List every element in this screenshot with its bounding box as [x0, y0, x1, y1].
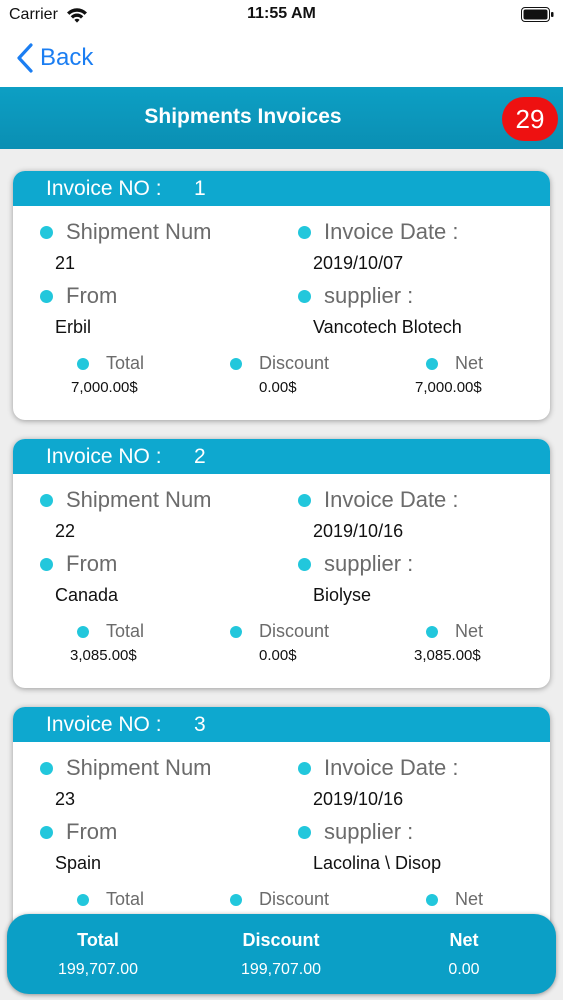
- invoice-no-label: Invoice NO :: [46, 713, 162, 736]
- invoice-date-value: 2019/10/16: [313, 789, 404, 809]
- net-label: Net: [426, 353, 483, 374]
- invoice-date-label: Invoice Date :: [298, 487, 459, 513]
- bullet-dot: [40, 493, 53, 507]
- navigation-bar: Back: [0, 30, 563, 87]
- invoice-card[interactable]: Invoice NO : 1 Shipment Num 21 Invoice D…: [13, 171, 550, 420]
- invoice-no-value: 3: [194, 713, 206, 736]
- total-label: Total: [77, 889, 144, 910]
- from-value: Spain: [55, 853, 102, 873]
- invoice-no-label: Invoice NO :: [46, 445, 162, 468]
- supplier-value: Vancotech Blotech: [313, 317, 462, 337]
- bullet-dot: [298, 289, 311, 303]
- supplier-label: supplier :: [298, 819, 413, 845]
- shipment-num-value: 21: [55, 253, 76, 273]
- bullet-dot: [230, 625, 242, 638]
- footer-net-label: Net: [449, 930, 479, 950]
- bullet-dot: [298, 557, 311, 571]
- discount-value: 0.00$: [259, 379, 297, 396]
- discount-label: Discount: [230, 353, 329, 374]
- bullet-dot: [40, 289, 53, 303]
- bullet-dot: [230, 893, 242, 906]
- bullet-dot: [298, 225, 311, 239]
- bullet-dot: [40, 825, 53, 839]
- from-value: Erbil: [55, 317, 92, 337]
- from-label: From: [40, 819, 117, 845]
- invoice-date-label: Invoice Date :: [298, 219, 459, 245]
- title-bar: Shipments Invoices: [0, 87, 563, 149]
- footer-total-label: Total: [77, 930, 119, 950]
- bullet-dot: [230, 357, 242, 370]
- footer-net-value: 0.00: [448, 961, 480, 978]
- invoice-header: Invoice NO : 3: [13, 707, 550, 742]
- bullet-dot: [77, 625, 89, 638]
- bullet-dot: [426, 625, 438, 638]
- chevron-left-icon: [17, 43, 33, 73]
- bullet-dot: [298, 761, 311, 775]
- supplier-label: supplier :: [298, 551, 413, 577]
- discount-label: Discount: [230, 889, 329, 910]
- shipment-num-label: Shipment Num: [40, 219, 212, 245]
- footer-discount-value: 199,707.00: [240, 961, 322, 978]
- net-label: Net: [426, 621, 483, 642]
- from-label: From: [40, 551, 117, 577]
- total-label: Total: [77, 621, 144, 642]
- totals-footer: Total 199,707.00 Discount 199,707.00 Net…: [7, 914, 556, 994]
- invoice-header: Invoice NO : 2: [13, 439, 550, 474]
- shipment-num-value: 22: [55, 521, 76, 541]
- shipment-num-value: 23: [55, 789, 76, 809]
- net-value: 3,085.00$: [414, 647, 481, 664]
- bullet-dot: [40, 557, 53, 571]
- back-label: Back: [40, 44, 94, 71]
- page-title: Shipments Invoices: [144, 105, 342, 128]
- bullet-dot: [426, 893, 438, 906]
- shipment-num-label: Shipment Num: [40, 755, 212, 781]
- battery-icon: [521, 7, 554, 22]
- invoice-date-value: 2019/10/07: [313, 253, 404, 273]
- back-button[interactable]: Back: [16, 41, 93, 75]
- invoice-date-label: Invoice Date :: [298, 755, 459, 781]
- footer-total-value: 199,707.00: [57, 961, 139, 978]
- invoice-card[interactable]: Invoice NO : 2 Shipment Num 22 Invoice D…: [13, 439, 550, 688]
- total-value: 3,085.00$: [70, 647, 137, 664]
- invoice-no-value: 2: [194, 445, 206, 468]
- net-value: 7,000.00$: [415, 379, 482, 396]
- status-bar: Carrier 11:55 AM: [0, 0, 563, 30]
- net-label: Net: [426, 889, 483, 910]
- from-value: Canada: [55, 585, 119, 605]
- discount-label: Discount: [230, 621, 329, 642]
- invoice-date-value: 2019/10/16: [313, 521, 404, 541]
- footer-discount-label: Discount: [242, 930, 320, 950]
- total-label: Total: [77, 353, 144, 374]
- invoice-header: Invoice NO : 1: [13, 171, 550, 206]
- supplier-label: supplier :: [298, 283, 413, 309]
- discount-value: 0.00$: [259, 647, 297, 664]
- status-time: 11:55 AM: [247, 5, 316, 22]
- bullet-dot: [77, 357, 89, 370]
- invoice-no-label: Invoice NO :: [46, 177, 162, 200]
- bullet-dot: [40, 225, 53, 239]
- total-value: 7,000.00$: [71, 379, 138, 396]
- bullet-dot: [298, 825, 311, 839]
- supplier-value: Lacolina \ Disop: [313, 853, 442, 873]
- invoice-count-badge: 29: [502, 97, 558, 141]
- shipment-num-label: Shipment Num: [40, 487, 212, 513]
- from-label: From: [40, 283, 117, 309]
- bullet-dot: [426, 357, 438, 370]
- supplier-value: Biolyse: [313, 585, 372, 605]
- bullet-dot: [40, 761, 53, 775]
- invoice-no-value: 1: [194, 177, 206, 200]
- bullet-dot: [77, 893, 89, 906]
- bullet-dot: [298, 493, 311, 507]
